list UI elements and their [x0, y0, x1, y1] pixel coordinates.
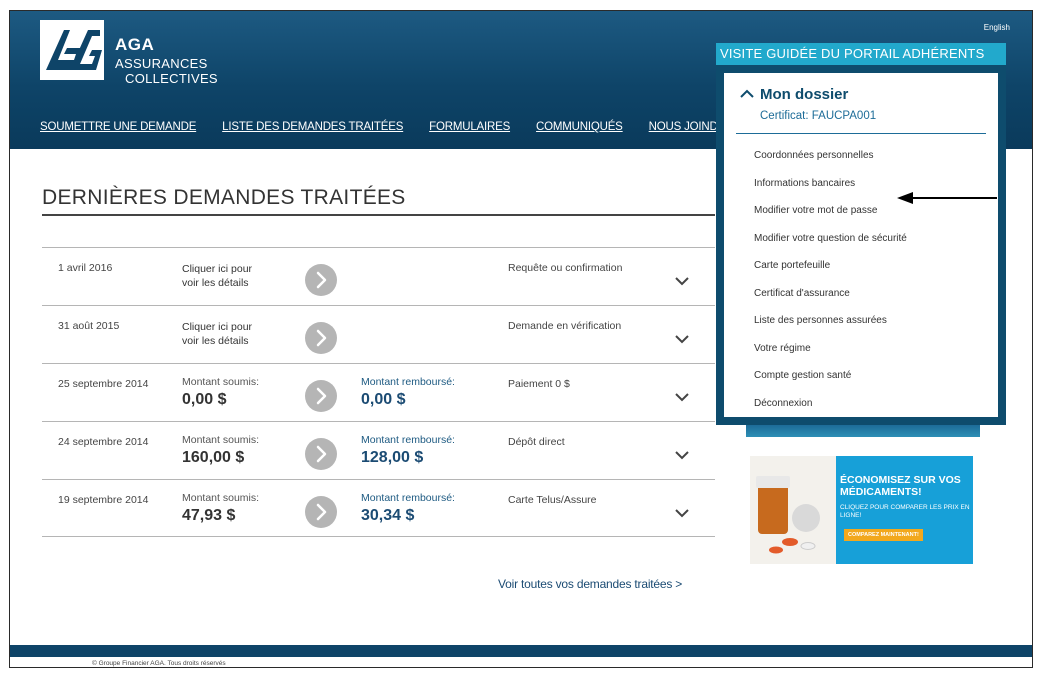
- submitted-amount: 47,93 $: [182, 507, 236, 524]
- my-file-panel: Mon dossier Certificat: FAUCPA001 Coordo…: [724, 73, 998, 417]
- chevron-down-icon[interactable]: [675, 392, 689, 402]
- claim-details-link[interactable]: Cliquer ici pour voir les détails: [182, 262, 272, 290]
- my-file-dropdown: Mon dossier Certificat: FAUCPA001 Coordo…: [716, 65, 1006, 425]
- page-title: DERNIÈRES DEMANDES TRAITÉES: [42, 186, 406, 209]
- page-frame: AGA ASSURANCES COLLECTIVES English VISIT…: [9, 10, 1033, 668]
- chevron-right-circle-icon[interactable]: [305, 264, 337, 296]
- claim-status: Paiement 0 $: [508, 378, 570, 390]
- see-all-claims-link[interactable]: Voir toutes vos demandes traitées >: [498, 577, 682, 591]
- menu-item-banking-info[interactable]: Informations bancaires: [754, 177, 907, 205]
- submitted-amount: 0,00 $: [182, 391, 227, 408]
- menu-item-health-account[interactable]: Compte gestion santé: [754, 369, 907, 397]
- menu-item-insurance-certificate[interactable]: Certificat d'assurance: [754, 287, 907, 315]
- arrow-left-icon: [897, 191, 997, 205]
- certificate-number: Certificat: FAUCPA001: [760, 110, 877, 122]
- chevron-down-icon[interactable]: [675, 334, 689, 344]
- chevron-up-icon[interactable]: [740, 89, 754, 99]
- menu-item-security-question[interactable]: Modifier votre question de sécurité: [754, 232, 907, 260]
- claim-date: 24 septembre 2014: [58, 436, 149, 448]
- reimbursed-amount-label: Montant remboursé:: [361, 492, 455, 504]
- guided-tour-button[interactable]: VISITE GUIDÉE DU PORTAIL ADHÉRENTS >>>: [716, 43, 1006, 83]
- claim-date: 25 septembre 2014: [58, 378, 149, 390]
- brand-subtitle-line2: COLLECTIVES: [125, 71, 218, 86]
- chevron-right-circle-icon[interactable]: [305, 380, 337, 412]
- claim-status: Dépôt direct: [508, 436, 565, 448]
- claim-details-link-line2: voir les détails: [182, 277, 249, 289]
- nav-processed-claims[interactable]: LISTE DES DEMANDES TRAITÉES: [222, 121, 403, 133]
- claim-details-link-line1: Cliquer ici pour: [182, 321, 253, 333]
- submitted-amount-label: Montant soumis:: [182, 434, 260, 446]
- menu-item-personal-info[interactable]: Coordonnées personnelles: [754, 149, 907, 177]
- menu-item-logout[interactable]: Déconnexion: [754, 397, 907, 425]
- submitted-amount-label: Montant soumis:: [182, 492, 260, 504]
- chevron-down-icon[interactable]: [675, 276, 689, 286]
- ad-compare-button[interactable]: COMPAREZ MAINTENANT!: [844, 529, 923, 541]
- reimbursed-amount: 128,00 $: [361, 449, 424, 466]
- claim-date: 31 août 2015: [58, 320, 120, 332]
- claim-status: Carte Telus/Assure: [508, 494, 597, 506]
- submitted-amount: 160,00 $: [182, 449, 245, 466]
- chevron-right-circle-icon[interactable]: [305, 496, 337, 528]
- ad-subline: CLIQUEZ POUR COMPARER LES PRIX EN LIGNE!: [840, 504, 970, 519]
- chevron-down-icon[interactable]: [675, 508, 689, 518]
- language-switch-link[interactable]: English: [984, 23, 1010, 32]
- menu-item-wallet-card[interactable]: Carte portefeuille: [754, 259, 907, 287]
- my-file-title[interactable]: Mon dossier: [760, 86, 848, 103]
- reimbursed-amount-label: Montant remboursé:: [361, 434, 455, 446]
- reimbursed-amount: 30,34 $: [361, 507, 415, 524]
- menu-item-change-password[interactable]: Modifier votre mot de passe: [754, 204, 907, 232]
- submitted-amount-label: Montant soumis:: [182, 376, 260, 388]
- claim-date: 1 avril 2016: [58, 262, 113, 274]
- nav-communiques[interactable]: COMMUNIQUÉS: [536, 121, 623, 133]
- claim-details-link-line1: Cliquer ici pour: [182, 263, 253, 275]
- chevron-right-circle-icon[interactable]: [305, 322, 337, 354]
- brand-subtitle-line1: ASSURANCES: [115, 56, 208, 71]
- pill-bottle-icon: [750, 456, 836, 564]
- claim-row: 31 août 2015 Cliquer ici pour voir les d…: [42, 305, 715, 363]
- menu-item-your-plan[interactable]: Votre régime: [754, 342, 907, 370]
- claim-details-link[interactable]: Cliquer ici pour voir les détails: [182, 320, 272, 348]
- aga-logo-icon[interactable]: [40, 20, 104, 80]
- main-nav: SOUMETTRE UNE DEMANDE LISTE DES DEMANDES…: [40, 121, 759, 133]
- chevron-right-circle-icon[interactable]: [305, 438, 337, 470]
- my-file-menu: Coordonnées personnelles Informations ba…: [754, 149, 907, 424]
- nav-forms[interactable]: FORMULAIRES: [429, 121, 510, 133]
- brand-name: AGA: [115, 35, 155, 54]
- claim-details-link-line2: voir les détails: [182, 335, 249, 347]
- panel-divider: [736, 133, 986, 134]
- claim-row: 1 avril 2016 Cliquer ici pour voir les d…: [42, 247, 715, 305]
- title-divider: [42, 214, 715, 216]
- claim-row: 25 septembre 2014 Montant soumis: 0,00 $…: [42, 363, 715, 421]
- claim-status: Requête ou confirmation: [508, 262, 623, 274]
- nav-submit-claim[interactable]: SOUMETTRE UNE DEMANDE: [40, 121, 196, 133]
- reimbursed-amount-label: Montant remboursé:: [361, 376, 455, 388]
- footer-bar: [10, 645, 1032, 657]
- claim-status: Demande en vérification: [508, 320, 622, 332]
- panel-shadow: [746, 425, 980, 437]
- claims-list: 1 avril 2016 Cliquer ici pour voir les d…: [42, 247, 715, 537]
- copyright-text: © Groupe Financier AGA. Tous droits rése…: [92, 660, 226, 667]
- claim-row: 24 septembre 2014 Montant soumis: 160,00…: [42, 421, 715, 479]
- claim-row: 19 septembre 2014 Montant soumis: 47,93 …: [42, 479, 715, 537]
- claim-date: 19 septembre 2014: [58, 494, 149, 506]
- medication-savings-ad[interactable]: ÉCONOMISEZ SUR VOS MÉDICAMENTS! CLIQUEZ …: [750, 456, 973, 564]
- ad-headline: ÉCONOMISEZ SUR VOS MÉDICAMENTS!: [840, 474, 961, 498]
- reimbursed-amount: 0,00 $: [361, 391, 406, 408]
- chevron-down-icon[interactable]: [675, 450, 689, 460]
- menu-item-insured-persons[interactable]: Liste des personnes assurées: [754, 314, 907, 342]
